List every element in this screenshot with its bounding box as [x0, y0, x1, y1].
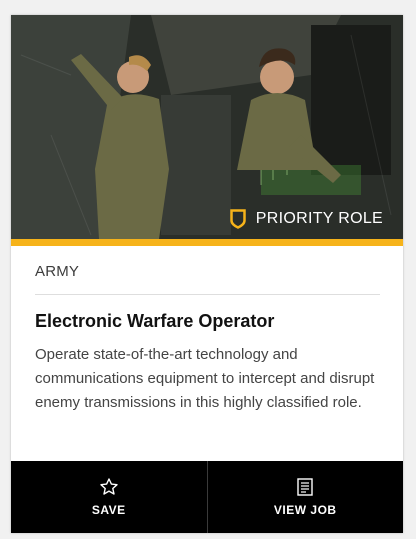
hero-image: PRIORITY ROLE: [11, 15, 403, 239]
document-icon: [295, 477, 315, 497]
priority-role-label: PRIORITY ROLE: [255, 210, 383, 227]
view-job-button[interactable]: VIEW JOB: [206, 461, 404, 533]
job-card: PRIORITY ROLE ARMY Electronic Warfare Op…: [11, 15, 403, 533]
job-title: Electronic Warfare Operator: [35, 311, 275, 331]
save-label: SAVE: [91, 503, 126, 517]
divider: [35, 294, 380, 295]
view-job-label: VIEW JOB: [273, 503, 337, 517]
soldiers-photo-illustration: [11, 15, 403, 239]
card-actions: SAVE VIEW JOB: [11, 461, 403, 533]
job-description: Operate state-of-the-art technology and …: [35, 346, 375, 411]
branch-label: ARMY: [35, 263, 80, 280]
star-outline-icon: [99, 477, 119, 497]
save-button[interactable]: SAVE: [11, 461, 207, 533]
shield-badge-icon: [230, 209, 246, 229]
priority-role-badge: PRIORITY ROLE: [230, 209, 383, 229]
accent-bar: [11, 239, 403, 246]
